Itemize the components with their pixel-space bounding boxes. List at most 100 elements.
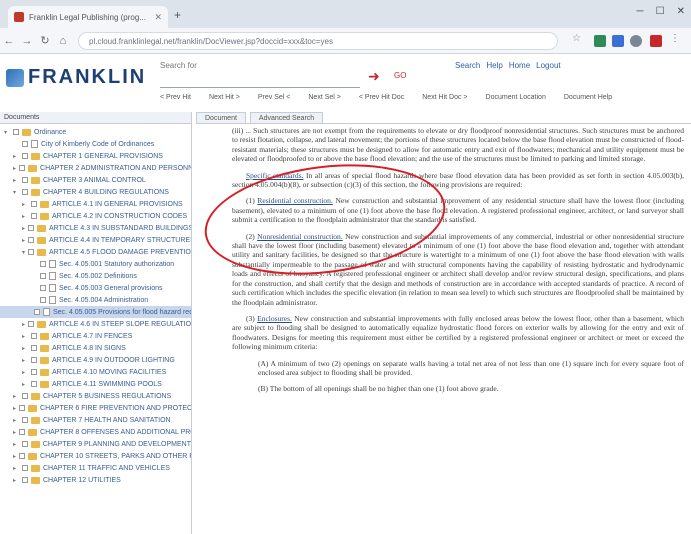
toc-node[interactable]: ▸ ARTICLE 4.3 IN SUBSTANDARD BUILDINGS: [0, 222, 191, 234]
expand-toggle-icon[interactable]: ▸: [22, 345, 28, 352]
browser-tab[interactable]: Franklin Legal Publishing (prog... ✕: [8, 6, 168, 28]
toc-checkbox[interactable]: [28, 321, 35, 327]
menu-icon[interactable]: ⋮: [670, 33, 682, 45]
toc-node[interactable]: ▸ ARTICLE 4.8 IN SIGNS: [0, 342, 191, 354]
profile-icon[interactable]: [630, 35, 642, 47]
toc-checkbox[interactable]: [22, 141, 28, 147]
toc-checkbox[interactable]: [22, 177, 28, 183]
extension-blue-icon[interactable]: [612, 35, 624, 47]
toc-checkbox[interactable]: [13, 129, 19, 135]
expand-toggle-icon[interactable]: ▸: [13, 165, 16, 172]
top-link-home[interactable]: Home: [509, 61, 530, 70]
toc-checkbox[interactable]: [31, 333, 37, 339]
tab-advanced-search[interactable]: Advanced Search: [249, 112, 324, 123]
toc-checkbox[interactable]: [21, 441, 28, 447]
expand-toggle-icon[interactable]: ▸: [13, 453, 16, 460]
toc-checkbox[interactable]: [31, 357, 37, 363]
toc-node[interactable]: ▾ Ordinance: [0, 126, 191, 138]
toc-node[interactable]: ▸ ARTICLE 4.2 IN CONSTRUCTION CODES: [0, 210, 191, 222]
franklin-logo[interactable]: FRANKLIN: [6, 66, 146, 89]
next-hit-doc-button[interactable]: Next Hit Doc >: [422, 94, 467, 106]
toc-node[interactable]: ▸ ARTICLE 4.9 IN OUTDOOR LIGHTING: [0, 354, 191, 366]
toc-node[interactable]: ▸ CHAPTER 6 FIRE PREVENTION AND PROTECTIO…: [0, 402, 191, 414]
toc-node[interactable]: ▸ CHAPTER 11 TRAFFIC AND VEHICLES: [0, 462, 191, 474]
expand-toggle-icon[interactable]: ▸: [22, 357, 28, 364]
toc-node[interactable]: ▸ CHAPTER 10 STREETS, PARKS AND OTHER PUB…: [0, 450, 191, 462]
toc-checkbox[interactable]: [40, 297, 46, 303]
toc-checkbox[interactable]: [31, 345, 37, 351]
maximize-icon[interactable]: ☐: [656, 6, 665, 17]
expand-toggle-icon[interactable]: ▸: [22, 237, 25, 244]
expand-toggle-icon[interactable]: ▸: [13, 153, 19, 160]
next-hit-button[interactable]: Next Hit >: [209, 94, 240, 106]
toc-checkbox[interactable]: [19, 429, 26, 435]
expand-toggle-icon[interactable]: ▸: [22, 369, 28, 376]
expand-toggle-icon[interactable]: ▸: [22, 201, 28, 208]
forward-icon[interactable]: →: [18, 35, 36, 47]
toc-checkbox[interactable]: [40, 285, 46, 291]
expand-toggle-icon[interactable]: ▸: [13, 465, 19, 472]
expand-toggle-icon[interactable]: ▾: [13, 189, 19, 196]
toc-node[interactable]: Sec. 4.05.005 Provisions for flood hazar…: [0, 306, 191, 318]
back-icon[interactable]: ←: [0, 35, 18, 47]
toc-checkbox[interactable]: [31, 213, 37, 219]
extension-green-icon[interactable]: [594, 35, 606, 47]
search-input[interactable]: [160, 74, 360, 88]
expand-toggle-icon[interactable]: ▸: [22, 213, 28, 220]
toc-node[interactable]: ▸ CHAPTER 8 OFFENSES AND ADDITIONAL PROVI…: [0, 426, 191, 438]
prev-hit-button[interactable]: < Prev Hit: [160, 94, 191, 106]
document-help-button[interactable]: Document Help: [564, 94, 612, 106]
toc-node[interactable]: ▸ CHAPTER 7 HEALTH AND SANITATION: [0, 414, 191, 426]
toc-checkbox[interactable]: [34, 309, 40, 315]
extension-red-icon[interactable]: [650, 35, 662, 47]
toc-node[interactable]: ▸ ARTICLE 4.4 IN TEMPORARY STRUCTURES: [0, 234, 191, 246]
expand-toggle-icon[interactable]: ▸: [13, 417, 19, 424]
toc-node[interactable]: City of Kimberly Code of Ordinances: [0, 138, 191, 150]
new-tab-icon[interactable]: +: [174, 8, 181, 22]
toc-checkbox[interactable]: [31, 381, 37, 387]
expand-toggle-icon[interactable]: ▸: [22, 225, 25, 232]
toc-checkbox[interactable]: [28, 225, 35, 231]
close-tab-icon[interactable]: ✕: [154, 12, 162, 23]
toc-node[interactable]: ▸ ARTICLE 4.11 SWIMMING POOLS: [0, 378, 191, 390]
top-link-search[interactable]: Search: [455, 61, 480, 70]
expand-toggle-icon[interactable]: ▾: [22, 249, 25, 256]
expand-toggle-icon[interactable]: ▾: [4, 129, 10, 136]
expand-toggle-icon[interactable]: ▸: [22, 321, 25, 328]
toc-node[interactable]: ▸ ARTICLE 4.6 IN STEEP SLOPE REGULATIONS: [0, 318, 191, 330]
next-sel-button[interactable]: Next Sel >: [308, 94, 341, 106]
expand-toggle-icon[interactable]: ▸: [22, 333, 28, 340]
toc-checkbox[interactable]: [22, 153, 28, 159]
toc-checkbox[interactable]: [31, 201, 37, 207]
toc-node[interactable]: ▸ CHAPTER 3 ANIMAL CONTROL: [0, 174, 191, 186]
top-link-logout[interactable]: Logout: [536, 61, 560, 70]
close-window-icon[interactable]: ✕: [677, 6, 685, 17]
minimize-icon[interactable]: ─: [637, 6, 644, 17]
toc-checkbox[interactable]: [40, 261, 46, 267]
toc-checkbox[interactable]: [19, 453, 26, 459]
toc-node[interactable]: ▸ ARTICLE 4.10 MOVING FACILITIES: [0, 366, 191, 378]
toc-checkbox[interactable]: [22, 393, 28, 399]
toc-node[interactable]: ▸ CHAPTER 9 PLANNING AND DEVELOPMENT: [0, 438, 191, 450]
expand-toggle-icon[interactable]: ▸: [13, 393, 19, 400]
prev-hit-doc-button[interactable]: < Prev Hit Doc: [359, 94, 404, 106]
toc-checkbox[interactable]: [19, 165, 26, 171]
star-icon[interactable]: ☆: [572, 33, 584, 45]
expand-toggle-icon[interactable]: ▸: [13, 477, 19, 484]
toc-node[interactable]: Sec. 4.05.001 Statutory authorization: [0, 258, 191, 270]
prev-sel-button[interactable]: Prev Sel <: [258, 94, 291, 106]
expand-toggle-icon[interactable]: ▸: [13, 405, 16, 412]
toc-checkbox[interactable]: [28, 237, 35, 243]
toc-node[interactable]: ▸ ARTICLE 4.1 IN GENERAL PROVISIONS: [0, 198, 191, 210]
toc-checkbox[interactable]: [40, 273, 46, 279]
toc-checkbox[interactable]: [22, 465, 28, 471]
toc-checkbox[interactable]: [19, 405, 26, 411]
toc-node[interactable]: ▸ ARTICLE 4.7 IN FENCES: [0, 330, 191, 342]
toc-checkbox[interactable]: [22, 189, 28, 195]
top-link-help[interactable]: Help: [486, 61, 502, 70]
home-icon[interactable]: ⌂: [54, 35, 72, 47]
toc-node[interactable]: ▾ ARTICLE 4.5 FLOOD DAMAGE PREVENTION: [0, 246, 191, 258]
expand-toggle-icon[interactable]: ▸: [22, 381, 28, 388]
go-link[interactable]: GO: [394, 71, 406, 80]
reload-icon[interactable]: ↻: [36, 34, 54, 47]
